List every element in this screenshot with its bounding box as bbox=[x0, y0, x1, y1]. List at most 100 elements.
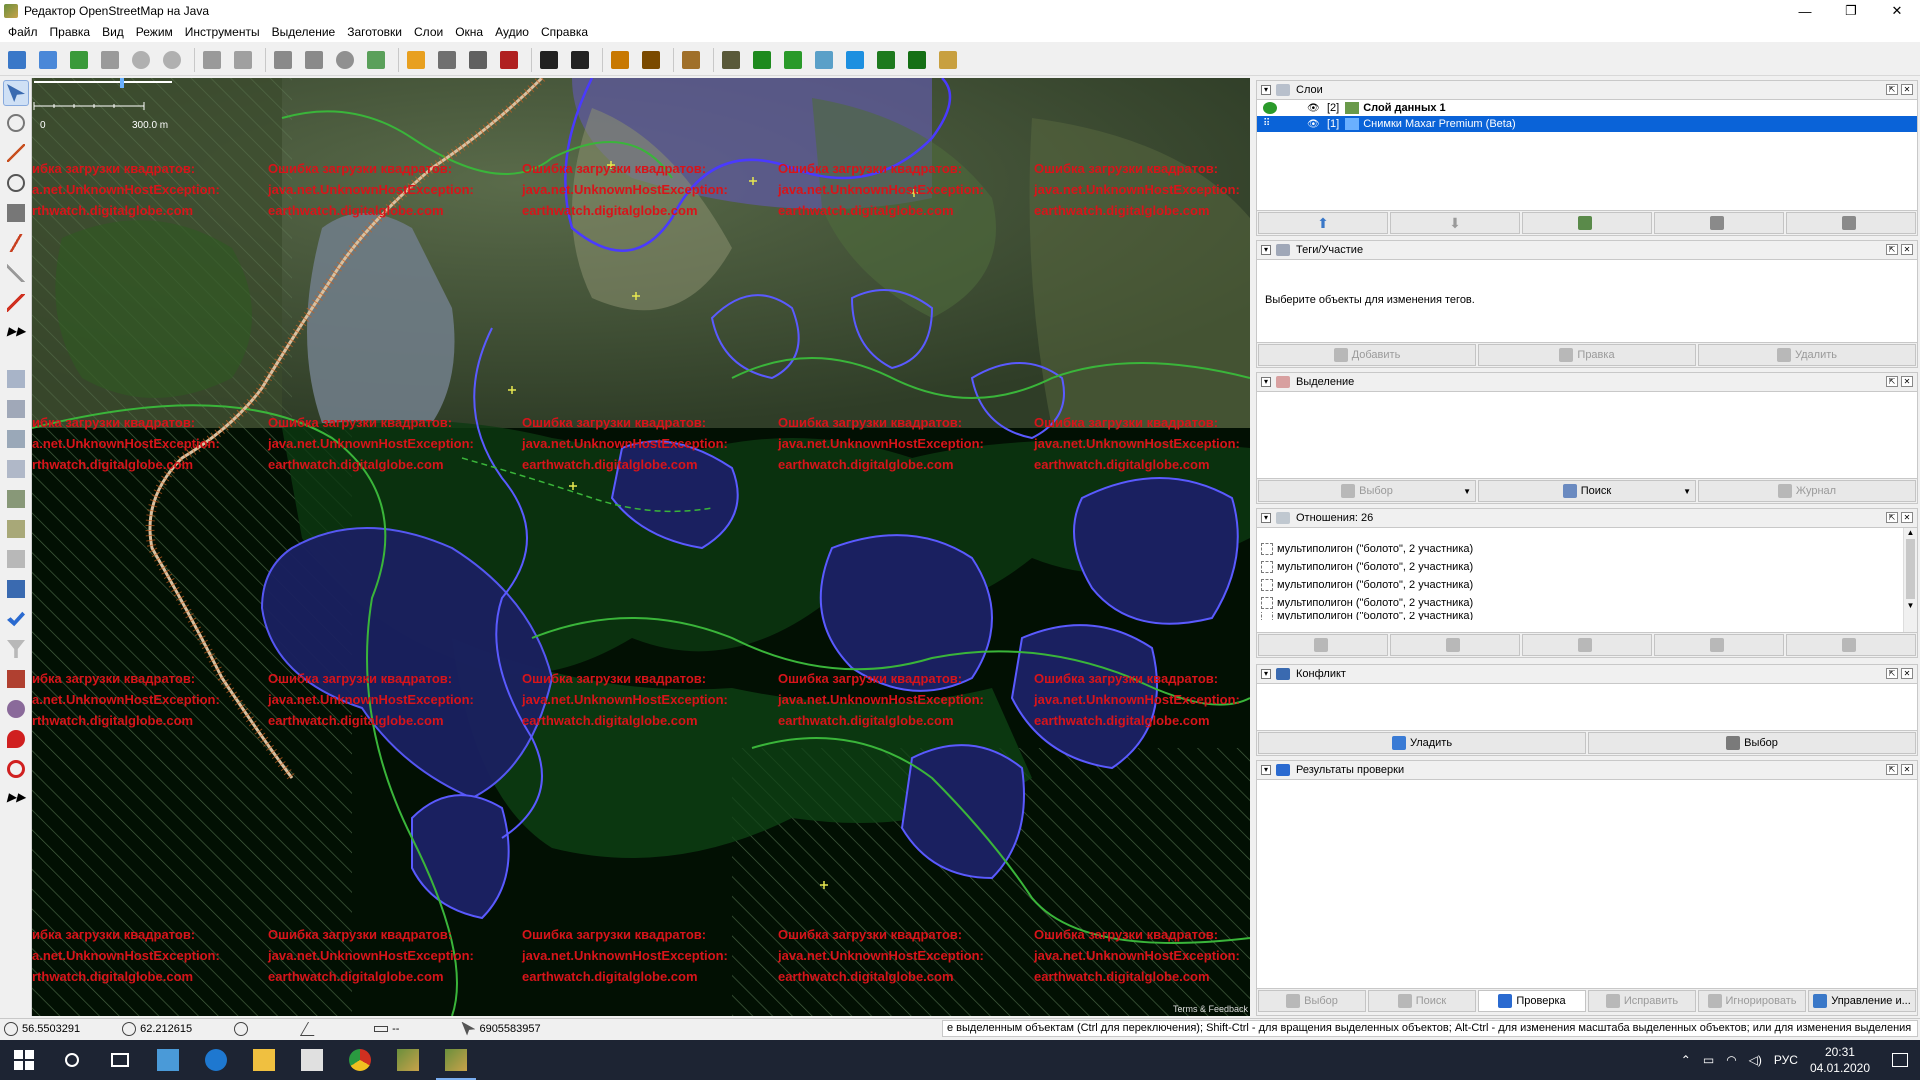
collapse-icon[interactable]: ▾ bbox=[1261, 513, 1271, 523]
active-layer-check-icon[interactable] bbox=[1263, 102, 1277, 114]
taskbar-app-edge[interactable] bbox=[192, 1040, 240, 1080]
upload-button[interactable] bbox=[97, 47, 123, 73]
detach-icon[interactable]: ⇱ bbox=[1886, 764, 1898, 775]
preset-house-button[interactable] bbox=[434, 47, 460, 73]
save-button[interactable] bbox=[35, 47, 61, 73]
lasso-tool[interactable] bbox=[3, 110, 29, 136]
collapse-icon[interactable]: ▾ bbox=[1261, 85, 1271, 95]
preset-poi-button[interactable] bbox=[607, 47, 633, 73]
duplicate-relation-button[interactable] bbox=[1522, 634, 1652, 656]
draw-tool[interactable] bbox=[3, 140, 29, 166]
scroll-thumb[interactable] bbox=[1906, 539, 1915, 599]
collapse-icon[interactable]: ▾ bbox=[1261, 245, 1271, 255]
preset-landuse-button[interactable] bbox=[678, 47, 704, 73]
relation-item[interactable]: мультиполигон ("болото", 2 участника) bbox=[1257, 540, 1917, 558]
layer-row[interactable]: ⠿ 👁 [1] Снимки Maxar Premium (Beta) bbox=[1257, 116, 1917, 132]
search-taskbar-button[interactable] bbox=[48, 1040, 96, 1080]
menu-windows[interactable]: Окна bbox=[449, 25, 489, 39]
select-tool[interactable] bbox=[3, 80, 29, 106]
improve-way-tool[interactable] bbox=[3, 230, 29, 256]
new-relation-button[interactable] bbox=[1258, 634, 1388, 656]
close-icon[interactable]: ✕ bbox=[1901, 668, 1913, 679]
relation-item[interactable]: мультиполигон ("болото", 2 участника) bbox=[1257, 612, 1917, 620]
open-file-button[interactable] bbox=[4, 47, 30, 73]
preset-bus-button[interactable] bbox=[567, 47, 593, 73]
collapse-icon[interactable]: ▾ bbox=[1261, 377, 1271, 387]
map-paint-button[interactable] bbox=[363, 47, 389, 73]
toggle-commands-dialog[interactable] bbox=[3, 516, 29, 542]
tray-expand-icon[interactable]: ⌃ bbox=[1681, 1053, 1691, 1067]
menu-view[interactable]: Вид bbox=[96, 25, 130, 39]
delete-layer-button[interactable] bbox=[1786, 212, 1916, 234]
zoom-to-error-button[interactable]: Поиск bbox=[1368, 990, 1476, 1012]
preset-wood-button[interactable] bbox=[873, 47, 899, 73]
history-button[interactable]: Журнал bbox=[1698, 480, 1916, 502]
taskbar-app-josm-other[interactable] bbox=[384, 1040, 432, 1080]
preset-farmland-button[interactable] bbox=[935, 47, 961, 73]
detach-icon[interactable]: ⇱ bbox=[1886, 512, 1898, 523]
detach-icon[interactable]: ⇱ bbox=[1886, 668, 1898, 679]
input-language[interactable]: РУС bbox=[1774, 1053, 1798, 1067]
reverse-way-button[interactable] bbox=[332, 47, 358, 73]
relations-scrollbar[interactable]: ▲ ▼ bbox=[1903, 528, 1917, 632]
selection-panel-header[interactable]: ▾ Выделение ⇱ ✕ bbox=[1257, 373, 1917, 391]
layer-row[interactable]: 👁 [2] Слой данных 1 bbox=[1257, 100, 1917, 116]
close-icon[interactable]: ✕ bbox=[1901, 376, 1913, 387]
delete-tool[interactable] bbox=[3, 200, 29, 226]
menu-audio[interactable]: Аудио bbox=[489, 25, 535, 39]
network-icon[interactable]: ◠ bbox=[1726, 1053, 1736, 1067]
toggle-selection-dialog[interactable] bbox=[3, 426, 29, 452]
collapse-icon[interactable]: ▾ bbox=[1261, 765, 1271, 775]
toggle-changesets-dialog[interactable] bbox=[3, 666, 29, 692]
search-button[interactable]: Поиск bbox=[1478, 480, 1696, 502]
taskbar-app-josm[interactable] bbox=[432, 1040, 480, 1080]
fix-button[interactable]: Исправить bbox=[1588, 990, 1696, 1012]
undo-button[interactable] bbox=[128, 47, 154, 73]
scroll-up-icon[interactable]: ▲ bbox=[1904, 528, 1917, 537]
close-icon[interactable]: ✕ bbox=[1901, 764, 1913, 775]
menu-selection[interactable]: Выделение bbox=[266, 25, 342, 39]
visibility-eye-icon[interactable]: 👁 bbox=[1307, 119, 1321, 130]
preferences-button[interactable] bbox=[230, 47, 256, 73]
zoom-tool[interactable] bbox=[3, 170, 29, 196]
toggle-conflict-dialog[interactable] bbox=[3, 576, 29, 602]
maximize-button[interactable]: ❐ bbox=[1828, 0, 1874, 22]
select-error-button[interactable]: Выбор bbox=[1258, 990, 1366, 1012]
preset-building-button[interactable] bbox=[403, 47, 429, 73]
collapse-icon[interactable]: ▾ bbox=[1261, 669, 1271, 679]
terms-feedback-link[interactable]: Terms & Feedback bbox=[1173, 1004, 1248, 1014]
split-way-button[interactable] bbox=[270, 47, 296, 73]
tags-panel-header[interactable]: ▾ Теги/Участие ⇱ ✕ bbox=[1257, 241, 1917, 259]
close-icon[interactable]: ✕ bbox=[1901, 84, 1913, 95]
add-tag-button[interactable]: Добавить bbox=[1258, 344, 1476, 366]
toggle-map-styles-dialog[interactable] bbox=[3, 696, 29, 722]
ignore-button[interactable]: Игнорировать bbox=[1698, 990, 1806, 1012]
toggle-relations-dialog[interactable] bbox=[3, 486, 29, 512]
scroll-down-icon[interactable]: ▼ bbox=[1904, 601, 1917, 610]
taskbar-app-explorer-window[interactable] bbox=[144, 1040, 192, 1080]
map-view[interactable]: 0 300.0 m ибка загрузки квадратов: a.net… bbox=[32, 78, 1250, 1016]
validate-button[interactable]: Проверка bbox=[1478, 990, 1586, 1012]
start-button[interactable] bbox=[0, 1040, 48, 1080]
taskbar-app-chrome[interactable] bbox=[336, 1040, 384, 1080]
delete-tag-button[interactable]: Удалить bbox=[1698, 344, 1916, 366]
preset-car-button[interactable] bbox=[536, 47, 562, 73]
menu-tools[interactable]: Инструменты bbox=[179, 25, 266, 39]
toggle-tags-dialog[interactable] bbox=[3, 396, 29, 422]
preset-industrial-button[interactable] bbox=[718, 47, 744, 73]
layer-move-handle-icon[interactable]: ⠿ bbox=[1263, 118, 1277, 130]
combine-way-button[interactable] bbox=[301, 47, 327, 73]
preset-wetland-button[interactable] bbox=[811, 47, 837, 73]
menu-help[interactable]: Справка bbox=[535, 25, 594, 39]
relation-item[interactable]: мультиполигон ("болото", 2 участника) bbox=[1257, 558, 1917, 576]
menu-layers[interactable]: Слои bbox=[408, 25, 449, 39]
more-dialogs-button[interactable]: ▶▶ bbox=[3, 786, 29, 812]
relations-panel-header[interactable]: ▾ Отношения: 26 ⇱ ✕ bbox=[1257, 509, 1917, 527]
toggle-validator-dialog[interactable] bbox=[3, 606, 29, 632]
resolve-conflict-button[interactable]: Уладить bbox=[1258, 732, 1586, 754]
validation-panel-header[interactable]: ▾ Результаты проверки ⇱ ✕ bbox=[1257, 761, 1917, 779]
search-button[interactable] bbox=[199, 47, 225, 73]
toggle-filter-dialog[interactable] bbox=[3, 546, 29, 572]
preset-water-button[interactable] bbox=[842, 47, 868, 73]
redo-button[interactable] bbox=[159, 47, 185, 73]
